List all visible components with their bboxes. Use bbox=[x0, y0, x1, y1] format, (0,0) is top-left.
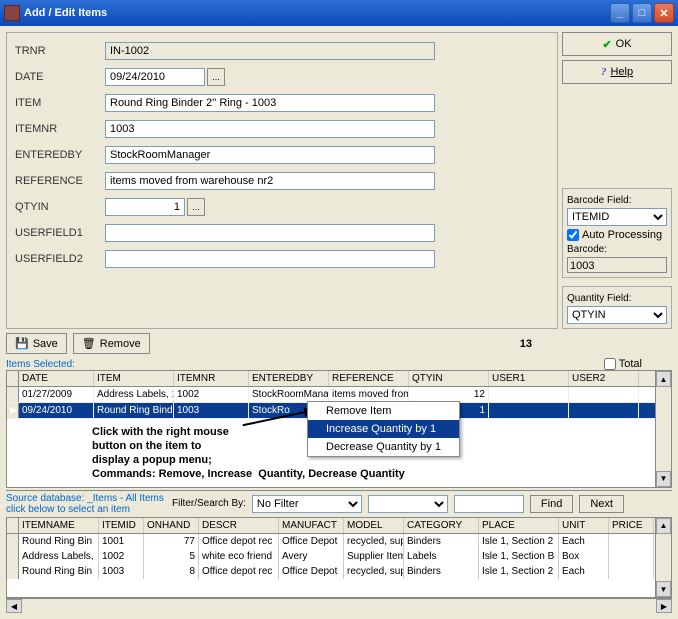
col-user1[interactable]: USER1 bbox=[489, 371, 569, 386]
barcode-label: Barcode: bbox=[567, 244, 667, 255]
form-panel: TRNR DATE... ITEM ITEMNR ENTEREDBY REFER… bbox=[6, 32, 558, 329]
quantity-field-select[interactable]: QTYIN bbox=[567, 306, 667, 324]
save-button[interactable]: 💾Save bbox=[6, 333, 67, 354]
input-userfield1[interactable] bbox=[105, 224, 435, 242]
title-bar: Add / Edit Items _ □ ✕ bbox=[0, 0, 678, 26]
ok-button[interactable]: ✔OK bbox=[562, 32, 672, 56]
barcode-panel: Barcode Field: ITEMID Auto Processing Ba… bbox=[562, 188, 672, 278]
scroll-down-icon[interactable]: ▼ bbox=[656, 471, 671, 487]
trash-icon: 🗑 bbox=[82, 337, 96, 350]
input-enteredby[interactable] bbox=[105, 146, 435, 164]
label-uf1: USERFIELD1 bbox=[15, 227, 105, 239]
label-trnr: TRNR bbox=[15, 45, 105, 57]
barcode-field-select[interactable]: ITEMID bbox=[567, 208, 667, 226]
maximize-button[interactable]: □ bbox=[632, 3, 652, 23]
barcode-value: 1003 bbox=[567, 257, 667, 273]
quantity-panel: Quantity Field: QTYIN bbox=[562, 286, 672, 329]
help-icon: ? bbox=[601, 66, 607, 78]
items-selected-label: Items Selected: bbox=[6, 359, 75, 370]
context-menu-item[interactable]: Decrease Quantity by 1 bbox=[308, 438, 459, 456]
grid2-hscroll[interactable]: ◀▶ bbox=[6, 598, 672, 613]
source-db-label: Source database: _Items - All Items clic… bbox=[6, 493, 166, 515]
find-button[interactable]: Find bbox=[530, 495, 573, 513]
auto-processing-checkbox[interactable] bbox=[567, 229, 579, 241]
input-item[interactable] bbox=[105, 94, 435, 112]
input-userfield2[interactable] bbox=[105, 250, 435, 268]
label-enteredby: ENTEREDBY bbox=[15, 149, 105, 161]
close-button[interactable]: ✕ bbox=[654, 3, 674, 23]
barcode-field-label: Barcode Field: bbox=[567, 195, 667, 206]
label-uf2: USERFIELD2 bbox=[15, 253, 105, 265]
auto-processing-label: Auto Processing bbox=[582, 229, 662, 241]
total-label: Total bbox=[619, 358, 642, 370]
qty-picker-button[interactable]: ... bbox=[187, 198, 205, 216]
remove-button[interactable]: 🗑Remove bbox=[73, 333, 150, 354]
grid2-vscroll[interactable]: ▲▼ bbox=[655, 518, 671, 598]
check-icon: ✔ bbox=[602, 38, 611, 51]
col-item[interactable]: ITEM bbox=[94, 371, 174, 386]
filter-input[interactable] bbox=[454, 495, 524, 513]
input-trnr[interactable] bbox=[105, 42, 435, 60]
label-itemnr: ITEMNR bbox=[15, 123, 105, 135]
quantity-field-label: Quantity Field: bbox=[567, 293, 667, 304]
col-itemnr[interactable]: ITEMNR bbox=[174, 371, 249, 386]
table-row[interactable]: Round Ring Bin100177Office depot recOffi… bbox=[7, 534, 671, 549]
col-reference[interactable]: REFERENCE bbox=[329, 371, 409, 386]
col-qtyin[interactable]: QTYIN bbox=[409, 371, 489, 386]
table-row[interactable]: Round Ring Bin10038Office depot recOffic… bbox=[7, 564, 671, 579]
minimize-button[interactable]: _ bbox=[610, 3, 630, 23]
help-button[interactable]: ?Help bbox=[562, 60, 672, 84]
items-grid[interactable]: DATE ITEM ITEMNR ENTEREDBY REFERENCE QTY… bbox=[6, 370, 672, 488]
label-date: DATE bbox=[15, 71, 105, 83]
window-title: Add / Edit Items bbox=[24, 7, 610, 19]
label-item: ITEM bbox=[15, 97, 105, 109]
context-menu: Remove ItemIncrease Quantity by 1Decreas… bbox=[307, 401, 460, 457]
label-reference: REFERENCE bbox=[15, 175, 105, 187]
filter-select[interactable]: No Filter bbox=[252, 495, 362, 513]
context-menu-item[interactable]: Increase Quantity by 1 bbox=[308, 420, 459, 438]
filter-label: Filter/Search By: bbox=[172, 498, 246, 509]
filter-field-select[interactable] bbox=[368, 495, 448, 513]
input-date[interactable] bbox=[105, 68, 205, 86]
table-row[interactable]: Address Labels,10025white eco friendAver… bbox=[7, 549, 671, 564]
app-icon bbox=[4, 5, 20, 21]
input-qtyin[interactable] bbox=[105, 198, 185, 216]
grid1-vscroll[interactable]: ▲▼ bbox=[655, 371, 671, 487]
source-grid[interactable]: ITEMNAME ITEMID ONHAND DESCR MANUFACT MO… bbox=[6, 517, 672, 599]
context-menu-item[interactable]: Remove Item bbox=[308, 402, 459, 420]
col-enteredby[interactable]: ENTEREDBY bbox=[249, 371, 329, 386]
col-user2[interactable]: USER2 bbox=[569, 371, 639, 386]
row-count: 13 bbox=[520, 338, 532, 350]
input-reference[interactable] bbox=[105, 172, 435, 190]
save-icon: 💾 bbox=[15, 337, 29, 350]
total-checkbox[interactable] bbox=[604, 358, 616, 370]
col-date[interactable]: DATE bbox=[19, 371, 94, 386]
label-qtyin: QTYIN bbox=[15, 201, 105, 213]
input-itemnr[interactable] bbox=[105, 120, 435, 138]
next-button[interactable]: Next bbox=[579, 495, 624, 513]
scroll-up-icon[interactable]: ▲ bbox=[656, 371, 671, 387]
date-picker-button[interactable]: ... bbox=[207, 68, 225, 86]
